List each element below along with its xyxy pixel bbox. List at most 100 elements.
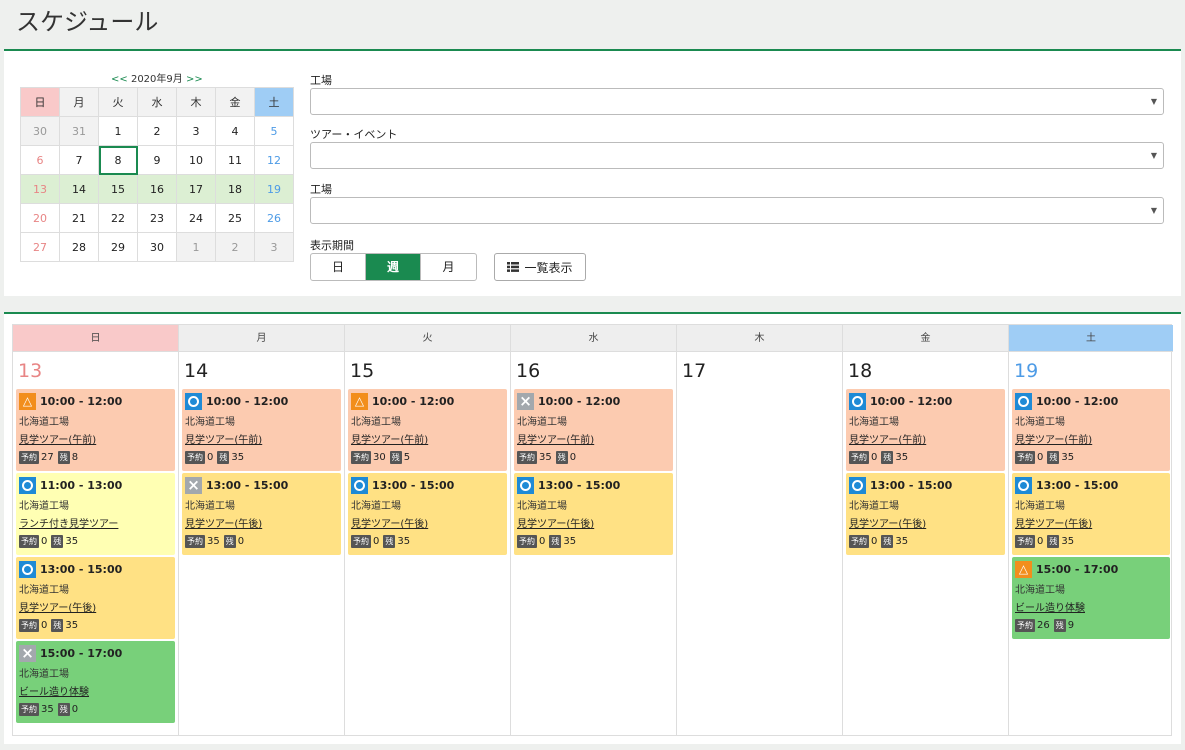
event-card[interactable]: △ 10:00 - 12:00 北海道工場 見学ツアー(午前) 予約 27 残 8 [16, 389, 175, 471]
mini-calendar-day[interactable]: 21 [59, 203, 99, 233]
reserved-count: 35 [539, 452, 552, 463]
event-card[interactable]: × 15:00 - 17:00 北海道工場 ビール造り体験 予約 35 残 0 [16, 641, 175, 723]
mini-calendar-day[interactable]: 15 [98, 174, 138, 204]
mini-calendar-day[interactable]: 18 [215, 174, 255, 204]
event-name-link[interactable]: ランチ付き見学ツアー [19, 515, 175, 530]
mini-calendar-day[interactable]: 3 [254, 232, 294, 262]
day-number[interactable]: 19 [1009, 352, 1173, 389]
mini-calendar-nav: << 2020年9月 >> [111, 70, 203, 85]
event-card[interactable]: 10:00 - 12:00 北海道工場 見学ツアー(午前) 予約 0 残 35 [846, 389, 1005, 471]
event-card[interactable]: 13:00 - 15:00 北海道工場 見学ツアー(午後) 予約 0 残 35 [846, 473, 1005, 555]
mini-calendar-day[interactable]: 12 [254, 145, 294, 175]
event-name-link[interactable]: 見学ツアー(午後) [517, 515, 673, 530]
week-calendar: 日 13 △ 10:00 - 12:00 北海道工場 見学ツアー(午前) 予約 27 残 8 11:… [12, 324, 1173, 736]
day-number[interactable]: 16 [511, 352, 676, 389]
event-place: 北海道工場 [517, 501, 567, 512]
event-name-link[interactable]: 見学ツアー(午後) [849, 515, 1005, 530]
mini-calendar-day[interactable]: 9 [137, 145, 177, 175]
mini-calendar-day[interactable]: 19 [254, 174, 294, 204]
event-name-link[interactable]: 見学ツアー(午前) [849, 431, 1005, 446]
remain-count: 35 [1061, 452, 1075, 463]
mini-calendar-day[interactable]: 23 [137, 203, 177, 233]
event-time: 13:00 - 15:00 [372, 478, 455, 492]
remain-badge: 残 [881, 535, 894, 548]
event-card[interactable]: 10:00 - 12:00 北海道工場 見学ツアー(午前) 予約 0 残 35 [182, 389, 341, 471]
event-card[interactable]: 10:00 - 12:00 北海道工場 見学ツアー(午前) 予約 0 残 35 [1012, 389, 1170, 471]
mini-calendar-day[interactable]: 3 [176, 116, 216, 146]
mini-calendar-day[interactable]: 10 [176, 145, 216, 175]
day-number[interactable]: 15 [345, 352, 510, 389]
mini-calendar-day[interactable]: 24 [176, 203, 216, 233]
event-header: × 10:00 - 12:00 [517, 392, 673, 410]
factory-select[interactable]: ▼ [310, 88, 1164, 115]
event-card[interactable]: 13:00 - 15:00 北海道工場 見学ツアー(午後) 予約 0 残 35 [514, 473, 673, 555]
event-card[interactable]: △ 15:00 - 17:00 北海道工場 ビール造り体験 予約 26 残 9 [1012, 557, 1170, 639]
mini-calendar-day[interactable]: 30 [137, 232, 177, 262]
mini-calendar-day[interactable]: 6 [20, 145, 60, 175]
tour-select[interactable]: ▼ [310, 142, 1164, 169]
event-name-link[interactable]: 見学ツアー(午後) [1015, 515, 1170, 530]
remain-count: 35 [1061, 536, 1075, 547]
mini-calendar-day[interactable]: 4 [215, 116, 255, 146]
event-card[interactable]: 11:00 - 13:00 北海道工場 ランチ付き見学ツアー 予約 0 残 35 [16, 473, 175, 555]
event-name-link[interactable]: 見学ツアー(午前) [517, 431, 673, 446]
triangle-status-icon: △ [351, 392, 368, 410]
mini-calendar-day[interactable]: 28 [59, 232, 99, 262]
event-name-link[interactable]: ビール造り体験 [1015, 599, 1170, 614]
mini-calendar-day[interactable]: 30 [20, 116, 60, 146]
remain-badge: 残 [51, 619, 64, 632]
event-card[interactable]: × 10:00 - 12:00 北海道工場 見学ツアー(午前) 予約 35 残 0 [514, 389, 673, 471]
mini-calendar-day[interactable]: 22 [98, 203, 138, 233]
event-card[interactable]: 13:00 - 15:00 北海道工場 見学ツアー(午後) 予約 0 残 35 [348, 473, 507, 555]
mini-calendar-day[interactable]: 17 [176, 174, 216, 204]
mini-calendar-day[interactable]: 14 [59, 174, 99, 204]
prev-month-link[interactable]: << [111, 74, 128, 85]
period-option[interactable]: 月 [421, 254, 476, 280]
remain-count: 35 [231, 452, 245, 463]
factory-select-2[interactable]: ▼ [310, 197, 1164, 224]
mini-calendar-day[interactable]: 8 [98, 145, 138, 175]
event-card[interactable]: × 13:00 - 15:00 北海道工場 見学ツアー(午後) 予約 35 残 0 [182, 473, 341, 555]
period-option[interactable]: 日 [311, 254, 366, 280]
day-number[interactable]: 14 [179, 352, 344, 389]
day-number[interactable]: 18 [843, 352, 1008, 389]
reserved-badge: 予約 [1015, 619, 1035, 632]
factory-label: 工場 [310, 74, 332, 87]
weekday-header: 水 [137, 87, 177, 117]
event-card[interactable]: △ 10:00 - 12:00 北海道工場 見学ツアー(午前) 予約 30 残 5 [348, 389, 507, 471]
mini-calendar-day[interactable]: 27 [20, 232, 60, 262]
event-counts: 予約 0 残 35 [1015, 535, 1170, 548]
mini-calendar-day[interactable]: 1 [176, 232, 216, 262]
event-name-link[interactable]: 見学ツアー(午前) [351, 431, 507, 446]
mini-calendar-day[interactable]: 2 [137, 116, 177, 146]
day-number[interactable]: 13 [13, 352, 178, 389]
event-name-link[interactable]: 見学ツアー(午前) [19, 431, 175, 446]
list-view-button[interactable]: 一覧表示 [494, 253, 586, 281]
mini-calendar-day[interactable]: 11 [215, 145, 255, 175]
day-column: 金 18 10:00 - 12:00 北海道工場 見学ツアー(午前) 予約 0 残 35 13:0… [843, 325, 1009, 735]
event-card[interactable]: 13:00 - 15:00 北海道工場 見学ツアー(午後) 予約 0 残 35 [16, 557, 175, 639]
event-name-link[interactable]: 見学ツアー(午後) [351, 515, 507, 530]
event-name-link[interactable]: 見学ツアー(午後) [19, 599, 175, 614]
period-option[interactable]: 週 [366, 254, 421, 280]
mini-calendar-day[interactable]: 26 [254, 203, 294, 233]
day-header: 火 [345, 325, 510, 352]
mini-calendar-day[interactable]: 1 [98, 116, 138, 146]
mini-calendar-day[interactable]: 2 [215, 232, 255, 262]
event-name-link[interactable]: 見学ツアー(午後) [185, 515, 341, 530]
day-number[interactable]: 17 [677, 352, 842, 389]
event-name-link[interactable]: ビール造り体験 [19, 683, 175, 698]
event-name-link[interactable]: 見学ツアー(午前) [185, 431, 341, 446]
mini-calendar-day[interactable]: 7 [59, 145, 99, 175]
event-name-link[interactable]: 見学ツアー(午前) [1015, 431, 1170, 446]
mini-calendar-day[interactable]: 16 [137, 174, 177, 204]
next-month-link[interactable]: >> [186, 74, 203, 85]
mini-calendar-day[interactable]: 31 [59, 116, 99, 146]
mini-calendar-day[interactable]: 29 [98, 232, 138, 262]
event-card[interactable]: 13:00 - 15:00 北海道工場 見学ツアー(午後) 予約 0 残 35 [1012, 473, 1170, 555]
mini-calendar-day[interactable]: 25 [215, 203, 255, 233]
mini-calendar-day[interactable]: 20 [20, 203, 60, 233]
mini-calendar-day[interactable]: 13 [20, 174, 60, 204]
mini-calendar-day[interactable]: 5 [254, 116, 294, 146]
day-header: 金 [843, 325, 1008, 352]
